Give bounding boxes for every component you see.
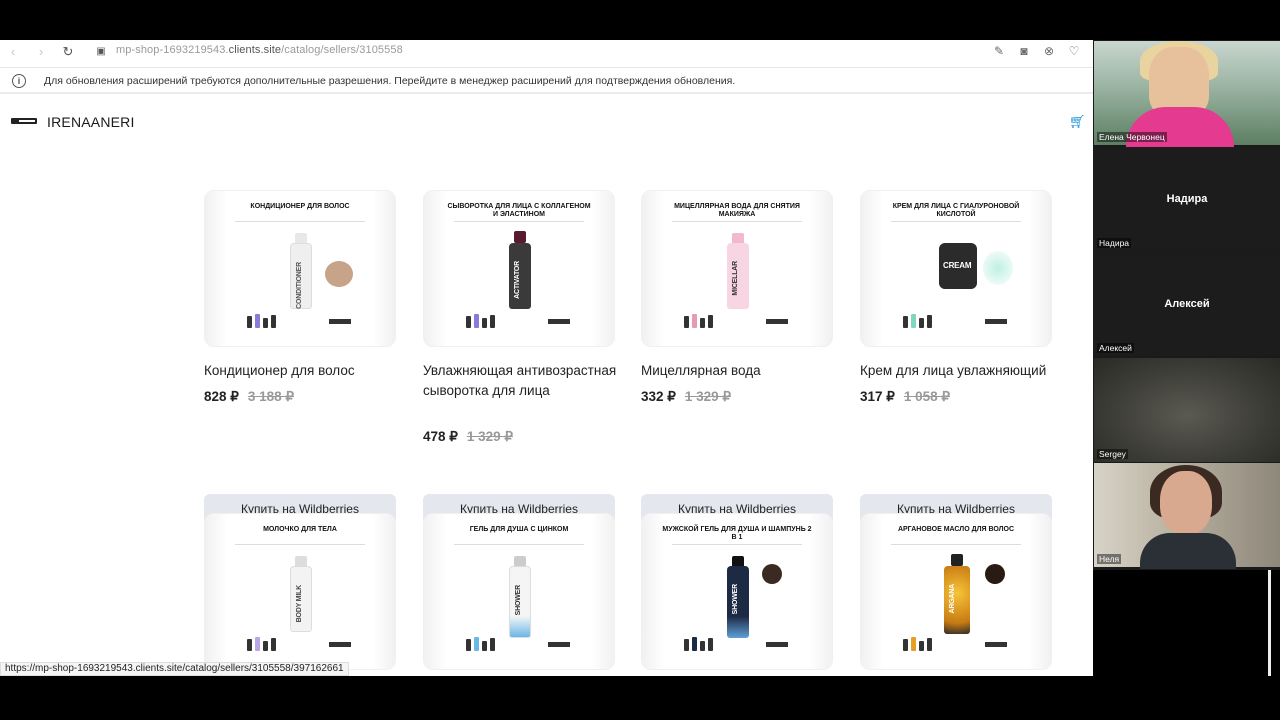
product-image[interactable]: КОНДИЦИОНЕР ДЛЯ ВОЛОС CONDITIONER <box>204 190 396 347</box>
product-title[interactable]: Увлажняющая антивозрастная сыворотка для… <box>423 361 619 401</box>
extension-notice-bar: i Для обновления расширений требуются до… <box>0 67 1093 94</box>
video-participants-panel: Елена Червонец Надира Надира Алексей Але… <box>1093 40 1280 570</box>
camera-icon[interactable]: ◙ <box>1016 43 1032 59</box>
image-title: КОНДИЦИОНЕР ДЛЯ ВОЛОС <box>250 203 350 210</box>
participant-tile[interactable]: Алексей Алексей <box>1094 252 1280 356</box>
participant-name: Неля <box>1097 554 1122 564</box>
product-image[interactable]: МИЦЕЛЛЯРНАЯ ВОДА ДЛЯ СНЯТИЯ МАКИЯЖА MICE… <box>641 190 833 347</box>
old-price: 1 329 ₽ <box>684 389 731 404</box>
site-header: IRENAANERI 🛒︎ <box>0 97 1093 147</box>
product-bottle: SHOWER <box>727 566 749 638</box>
close-circle-icon[interactable]: ⊗ <box>1041 43 1057 59</box>
old-price: 1 329 ₽ <box>466 429 513 444</box>
browser-window: ‹ › ↻ ▣ mp-shop-1693219543.clients.site/… <box>0 40 1093 676</box>
brand-logo[interactable] <box>11 118 37 124</box>
participant-name: Надира <box>1097 238 1132 248</box>
participant-video <box>1160 471 1212 535</box>
notice-text: Для обновления расширений требуются допо… <box>44 75 736 87</box>
product-image[interactable]: МОЛОЧКО ДЛЯ ТЕЛА BODY MILK <box>204 513 396 670</box>
participant-name: Елена Червонец <box>1097 132 1167 142</box>
product-image[interactable]: СЫВОРОТКА ДЛЯ ЛИЦА С КОЛЛАГЕНОМ И ЭЛАСТИ… <box>423 190 615 347</box>
product-title[interactable]: Кондиционер для волос <box>204 361 400 381</box>
brand-name[interactable]: IRENAANERI <box>47 114 135 130</box>
old-price: 3 188 ₽ <box>247 389 294 404</box>
cart-icon[interactable]: 🛒︎ <box>1069 114 1086 130</box>
product-image[interactable]: МУЖСКОЙ ГЕЛЬ ДЛЯ ДУША И ШАМПУНЬ 2 в 1 SH… <box>641 513 833 670</box>
screen: ‹ › ↻ ▣ mp-shop-1693219543.clients.site/… <box>0 0 1280 720</box>
participant-center-name: Алексей <box>1164 298 1210 310</box>
product-title[interactable]: Мицеллярная вода <box>641 361 837 381</box>
image-title: ГЕЛЬ ДЛЯ ДУША С ЦИНКОМ <box>469 526 569 533</box>
product-price: 317 ₽1 058 ₽ <box>860 389 950 404</box>
heart-icon[interactable]: ♡ <box>1066 43 1082 59</box>
participant-tile[interactable]: Елена Червонец <box>1094 41 1280 147</box>
product-bottle: ARGANA <box>944 566 970 634</box>
info-icon: i <box>12 74 26 88</box>
product-jar: CREAM <box>939 243 977 289</box>
product-image[interactable]: АРГАНОВОЕ МАСЛО ДЛЯ ВОЛОС ARGANA <box>860 513 1052 670</box>
image-title: СЫВОРОТКА ДЛЯ ЛИЦА С КОЛЛАГЕНОМ И ЭЛАСТИ… <box>447 203 591 218</box>
old-price: 1 058 ₽ <box>903 389 950 404</box>
edit-icon[interactable]: ✎ <box>991 43 1007 59</box>
participant-tile[interactable]: Sergey <box>1094 358 1280 462</box>
product-price: 478 ₽1 329 ₽ <box>423 429 513 444</box>
participant-name: Алексей <box>1097 343 1134 353</box>
image-title: МУЖСКОЙ ГЕЛЬ ДЛЯ ДУША И ШАМПУНЬ 2 в 1 <box>662 526 812 541</box>
product-price: 332 ₽1 329 ₽ <box>641 389 731 404</box>
url-field[interactable]: mp-shop-1693219543.clients.site/catalog/… <box>116 44 403 56</box>
product-title[interactable]: Крем для лица увлажняющий <box>860 361 1056 381</box>
participant-tile[interactable]: Надира Надира <box>1094 147 1280 251</box>
url-host: clients.site <box>228 44 282 56</box>
reload-icon[interactable]: ↻ <box>59 43 77 61</box>
participant-center-name: Надира <box>1166 193 1208 205</box>
product-bottle: MICELLAR <box>727 243 749 309</box>
url-path: /catalog/sellers/3105558 <box>281 44 403 56</box>
product-image[interactable]: ГЕЛЬ ДЛЯ ДУША С ЦИНКОМ SHOWER <box>423 513 615 670</box>
participant-tile[interactable]: Неля <box>1094 463 1280 569</box>
product-bottle: CONDITIONER <box>290 243 312 309</box>
url-prefix: mp-shop-1693219543. <box>116 44 229 56</box>
product-bottle: ACTIVATOR <box>509 243 531 309</box>
image-title: КРЕМ ДЛЯ ЛИЦА С ГИАЛУРОНОВОЙ КИСЛОТОЙ <box>892 203 1020 218</box>
product-bottle: BODY MILK <box>290 566 312 632</box>
forward-icon[interactable]: › <box>32 43 50 61</box>
product-bottle: SHOWER <box>509 566 531 638</box>
status-bar-url: https://mp-shop-1693219543.clients.site/… <box>0 662 349 676</box>
product-price: 828 ₽3 188 ₽ <box>204 389 294 404</box>
image-title: МИЦЕЛЛЯРНАЯ ВОДА ДЛЯ СНЯТИЯ МАКИЯЖА <box>674 203 800 218</box>
back-icon[interactable]: ‹ <box>4 43 22 61</box>
scrollbar[interactable] <box>1268 568 1271 676</box>
address-bar: ‹ › ↻ ▣ mp-shop-1693219543.clients.site/… <box>0 40 1093 66</box>
product-image[interactable]: КРЕМ ДЛЯ ЛИЦА С ГИАЛУРОНОВОЙ КИСЛОТОЙ CR… <box>860 190 1052 347</box>
image-title: МОЛОЧКО ДЛЯ ТЕЛА <box>263 526 337 533</box>
participant-name: Sergey <box>1097 449 1128 459</box>
image-title: АРГАНОВОЕ МАСЛО ДЛЯ ВОЛОС <box>897 526 1015 533</box>
lock-icon[interactable]: ▣ <box>92 43 110 61</box>
